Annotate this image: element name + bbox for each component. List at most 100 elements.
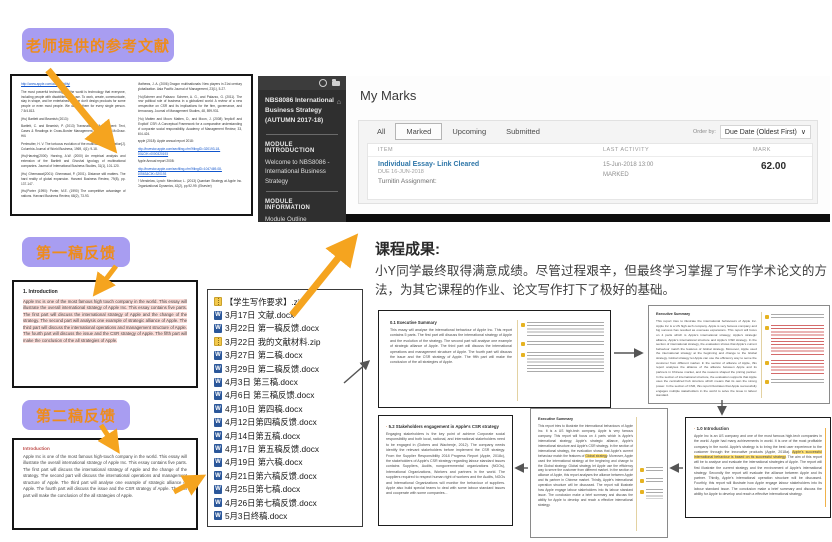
label-second-draft-feedback: 第二稿反馈: [22, 400, 130, 430]
file-name: 4月12日第四稿反馈.docx: [225, 416, 317, 428]
comment-icon: [640, 479, 644, 483]
file-list-item[interactable]: 3月17日 文献.docx: [214, 308, 359, 321]
file-list-item[interactable]: 【学生写作要求】.zip: [214, 295, 359, 308]
file-type-icon: [214, 471, 222, 480]
sidebar-item-welcome[interactable]: Welcome to NBS8086 - International Busin…: [258, 156, 346, 188]
file-list-item[interactable]: 4月17日 第五稿反馈.docx: [214, 442, 359, 455]
course-title-text: NBS8086 International Business Strategy …: [265, 97, 334, 124]
comment-text-lines: [527, 352, 604, 374]
file-list-item[interactable]: 3月22日 第一稿反馈.docx: [214, 322, 359, 335]
file-type-icon: [214, 391, 222, 400]
marks-tab[interactable]: Marked: [395, 123, 442, 140]
file-list-item[interactable]: 4月14日第五稿.docx: [214, 429, 359, 442]
window-bottom-bar: [346, 214, 830, 222]
file-list-item[interactable]: 4月3日 第三稿.docx: [214, 375, 359, 388]
page-title: My Marks: [360, 88, 416, 103]
order-by-dropdown[interactable]: Due Date (Oldest First) ∨: [720, 125, 811, 139]
draft-file-list: 【学生写作要求】.zip 3月17日 文献.docx 3月22日 第一稿反馈.d…: [207, 289, 363, 527]
file-type-icon: [214, 337, 222, 346]
doc-text-column: 0.1 Executive Summary This essay will an…: [390, 320, 512, 401]
reference-line: ? Mendelow, Lynch: Mendelow, L. (2013) Q…: [138, 179, 243, 189]
reference-line: http://www.apple.com/accessibility/: [21, 82, 126, 87]
label-teacher-references: 老师提供的参考文献: [22, 28, 174, 62]
comment-marker: [640, 489, 663, 499]
marks-tab[interactable]: Submitted: [496, 124, 550, 139]
doc-heading: Introduction: [23, 446, 187, 451]
label-text: 第一稿反馈: [36, 242, 116, 263]
mark-value: 62.00: [753, 161, 812, 185]
marks-table-row: Individual Essay- Link Cleared DUE 16-JU…: [368, 157, 812, 185]
order-by-label: Order by:: [693, 129, 716, 135]
file-list-item[interactable]: 4月12日第四稿反馈.docx: [214, 416, 359, 429]
marks-tab-bar: All Marked Upcoming Submitted Order by: …: [359, 121, 817, 142]
reference-line: Mathews, J. A. (2006) Dragon multination…: [138, 82, 243, 92]
file-name: 3月17日 文献.docx: [225, 309, 294, 321]
column-item: ITEM: [378, 147, 603, 153]
doc-heading: Executive Summary: [656, 312, 757, 316]
file-list-item[interactable]: 4月25日第七稿.docx: [214, 482, 359, 495]
label-first-draft-feedback: 第一稿反馈: [22, 237, 130, 267]
file-list-item[interactable]: 4月6日 第三稿反馈.docx: [214, 389, 359, 402]
reference-line: apple (2018): Apple annual report 2018:: [138, 139, 243, 144]
reference-line: The most powerful technology in the worl…: [21, 90, 126, 115]
comment-text-lines: [771, 314, 824, 320]
first-draft-feedback-document: 1. Introduction Apple Inc is one of the …: [12, 280, 198, 388]
sidebar-item-module-outline[interactable]: Module Outline: [258, 213, 346, 226]
comment-icon: [765, 315, 769, 319]
label-text: 第二稿反馈: [36, 405, 116, 426]
reference-line: http://investor.apple.com/secfiling.cfm?…: [138, 147, 243, 157]
doc-body-text: The aim of this report will be to analys…: [694, 455, 822, 496]
lms-main-area: My Marks All Marked Upcoming Submitted O…: [346, 76, 830, 222]
refresh-icon[interactable]: [319, 79, 327, 87]
doc-text-column: Executive Summary This report tries to i…: [538, 417, 633, 531]
file-name: 4月21日第六稿反馈.docx: [225, 470, 317, 482]
marks-tab[interactable]: All: [367, 124, 395, 139]
doc-comments-column: [517, 320, 604, 401]
comment-icon: [521, 342, 525, 346]
reference-line: Perlmutter, H. V. The tortuous evolution…: [21, 142, 126, 152]
doc-heading: 1.0 Introduction: [694, 426, 822, 431]
file-list-item[interactable]: 4月26日第七稿反馈.docx: [214, 496, 359, 509]
tracked-changes-text: Apple Inc is one of the most famous high…: [23, 299, 187, 343]
doc-body: Engaging stakeholders is the key point o…: [386, 432, 505, 497]
composite-slide: 老师提供的参考文献 第一稿反馈 第二稿反馈 http://www.apple.c…: [0, 0, 832, 542]
file-list-item[interactable]: 4月19日 第六稿.docx: [214, 456, 359, 469]
file-list-item[interactable]: 3月22日 我的文献材料.zip: [214, 335, 359, 348]
doc-body: This essay will analyse the internationa…: [390, 328, 512, 366]
reference-line: (Hu) Bartlett and Beamish (2013):: [21, 117, 126, 122]
home-icon[interactable]: ⌂: [337, 98, 341, 109]
outcome-title: 课程成果:: [375, 238, 440, 259]
reference-line: Apple Annual report 2008:: [138, 159, 243, 164]
file-name: 【学生写作要求】.zip: [225, 296, 304, 308]
references-column-1: http://www.apple.com/accessibility/ The …: [21, 82, 126, 208]
marks-tab[interactable]: Upcoming: [442, 124, 496, 139]
comment-marker: [521, 341, 604, 347]
course-title[interactable]: NBS8086 International Business Strategy …: [258, 90, 346, 131]
reference-line: (Hu)Scherer and Palazzo: Scherer, A. G.,…: [138, 95, 243, 115]
comment-marker: [521, 322, 604, 336]
assignment-cell: Individual Essay- Link Cleared DUE 16-JU…: [378, 161, 603, 185]
chevron-down-icon: ∨: [801, 128, 806, 136]
file-list-item[interactable]: 4月21日第六稿反馈.docx: [214, 469, 359, 482]
doc-heading: 1. Introduction: [23, 289, 187, 295]
column-last-activity: LAST ACTIVITY: [603, 147, 753, 153]
doc-body: This report tries to illustrate the inte…: [538, 424, 633, 508]
flow-doc-executive-summary-draft: 0.1 Executive Summary This essay will an…: [378, 310, 611, 408]
file-name: 4月6日 第三稿反馈.docx: [225, 389, 314, 401]
file-list-item[interactable]: 5月3日终稿.docx: [214, 509, 359, 522]
file-list-item[interactable]: 4月10日 第四稿.docx: [214, 402, 359, 415]
last-activity-date: 15-Jun-2018 13:00: [603, 161, 753, 171]
assignment-link[interactable]: Individual Essay- Link Cleared: [378, 161, 603, 168]
marks-panel: All Marked Upcoming Submitted Order by: …: [358, 120, 818, 204]
file-list-item[interactable]: 3月29日 第二稿反馈.docx: [214, 362, 359, 375]
doc-body: Apple Inc is one of the most famous high…: [23, 454, 187, 499]
comment-marker: [640, 467, 663, 473]
file-list-item[interactable]: 3月27日 第二稿.docx: [214, 349, 359, 362]
reference-line: (Hu) Matten and Moon: Matten, D., and Mo…: [138, 117, 243, 137]
file-name: 4月17日 第五稿反馈.docx: [225, 443, 319, 455]
folder-icon[interactable]: [332, 81, 340, 86]
file-type-icon: [214, 458, 222, 467]
flow-doc-executive-summary-commented: Executive Summary This report tries to i…: [648, 305, 830, 404]
lms-window: NBS8086 International Business Strategy …: [258, 76, 830, 222]
reference-line: Bartlett, C. and Beamish, P. (2013) Tran…: [21, 124, 126, 139]
